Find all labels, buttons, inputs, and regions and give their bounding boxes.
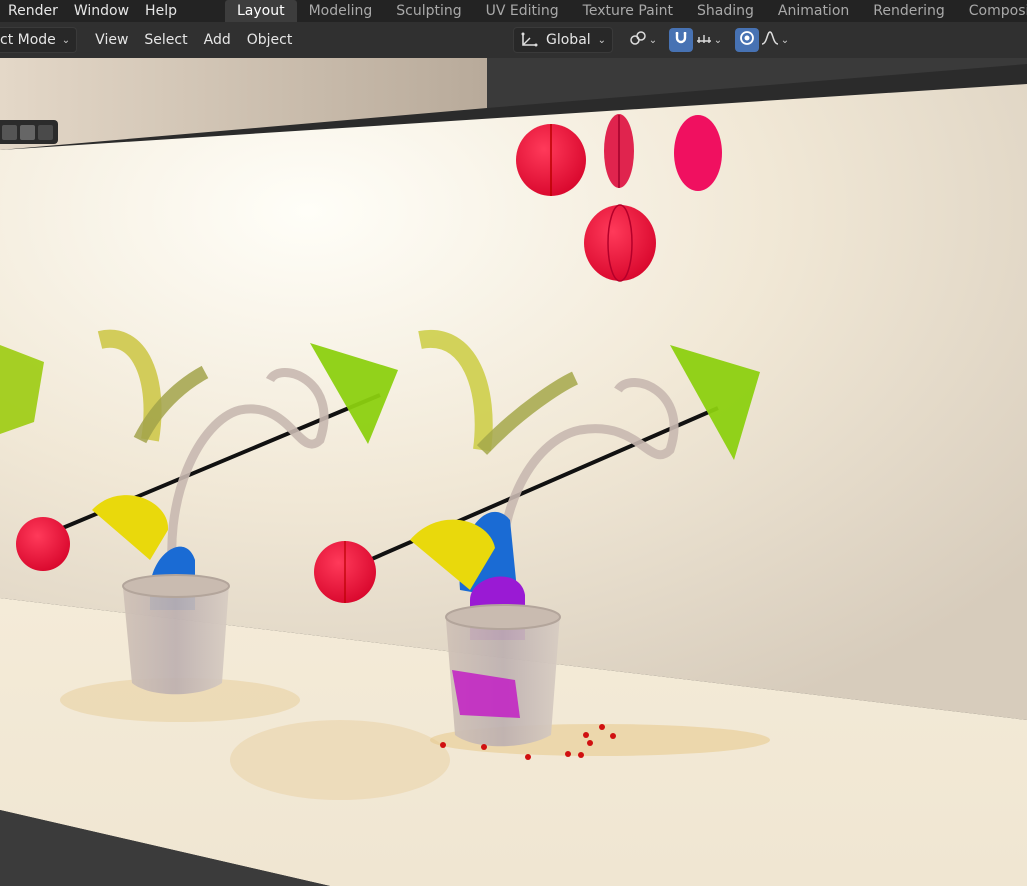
viewport-header: ct Mode ⌄ View Select Add Object Global … [0,22,1027,58]
tab-layout[interactable]: Layout [224,0,297,22]
proportional-falloff-dropdown[interactable]: ⌄ [759,28,791,52]
tab-modeling[interactable]: Modeling [297,0,385,22]
select-box-icon[interactable] [2,124,17,140]
transform-orientation-icon [520,32,538,48]
chevron-down-icon: ⌄ [648,34,658,46]
tab-rendering[interactable]: Rendering [861,0,957,22]
select-extend-icon[interactable] [20,124,35,140]
tab-animation[interactable]: Animation [766,0,861,22]
menu-add[interactable]: Add [196,22,239,58]
object-mode-dropdown[interactable]: ct Mode ⌄ [0,27,78,53]
tab-uv-editing[interactable]: UV Editing [474,0,571,22]
snap-increment-icon [696,31,712,49]
3d-viewport[interactable] [0,58,1027,886]
menu-view[interactable]: View [87,22,136,58]
pivot-link-icon [629,30,647,50]
rendered-scene [0,58,1027,886]
menu-object[interactable]: Object [239,22,301,58]
menu-select[interactable]: Select [136,22,195,58]
tab-shading[interactable]: Shading [685,0,766,22]
magnet-snap-icon [673,30,689,50]
viewport-selection-tools [0,120,58,144]
menu-render[interactable]: Render [0,0,66,22]
snap-target-dropdown[interactable]: ⌄ [693,28,725,52]
object-mode-label: ct Mode [0,32,56,48]
proportional-editing-toggle[interactable] [735,28,759,52]
proportional-editing-icon [739,30,755,50]
chevron-down-icon: ⌄ [597,34,606,46]
menu-help[interactable]: Help [137,0,185,22]
tab-sculpting[interactable]: Sculpting [384,0,473,22]
tab-texture-paint[interactable]: Texture Paint [571,0,685,22]
chevron-down-icon: ⌄ [713,34,723,46]
pivot-point-dropdown[interactable]: ⌄ [625,28,661,52]
falloff-curve-icon [761,31,779,49]
menu-window[interactable]: Window [66,0,137,22]
transform-orientation-dropdown[interactable]: Global ⌄ [513,27,613,53]
workspace-tabs: Layout Modeling Sculpting UV Editing Tex… [224,0,1027,22]
chevron-down-icon: ⌄ [780,34,790,46]
tab-compositing[interactable]: Compositing [957,0,1027,22]
snap-toggle[interactable] [669,28,693,52]
chevron-down-icon: ⌄ [61,34,71,46]
header-tools: Global ⌄ ⌄ ⌄ ⌄ [513,27,791,53]
transform-orientation-label: Global [546,32,591,48]
select-subtract-icon[interactable] [38,124,53,140]
top-bar: Render Window Help Layout Modeling Sculp… [0,0,1027,22]
